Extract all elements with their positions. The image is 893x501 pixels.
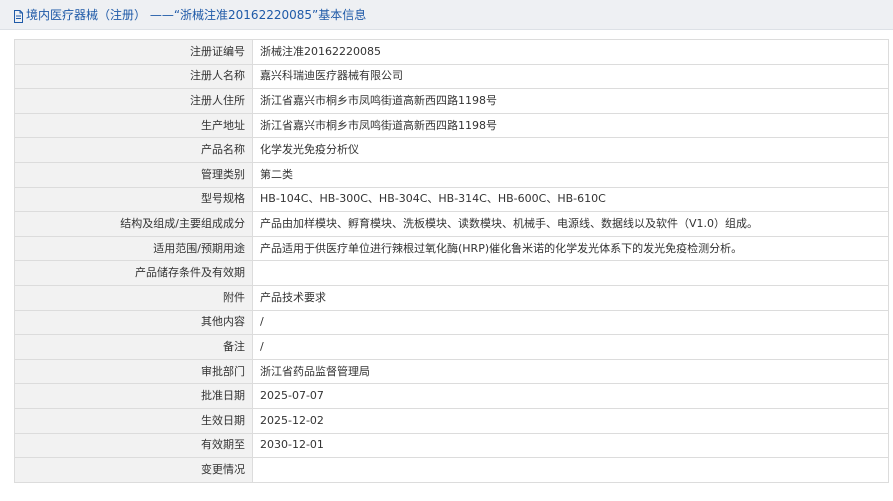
field-label: 适用范围/预期用途: [14, 235, 253, 262]
table-row: 管理类别 第二类: [14, 161, 889, 188]
field-value: 浙江省嘉兴市桐乡市凤鸣街道高新西四路1198号: [252, 88, 889, 114]
field-label: 型号规格: [14, 186, 253, 213]
table-row: 有效期至 2030-12-01: [14, 432, 889, 459]
field-label: 附件: [14, 284, 253, 311]
field-label: 批准日期: [14, 383, 253, 409]
field-value: 第二类: [252, 161, 889, 188]
field-value: 浙械注准20162220085: [252, 39, 889, 65]
field-value: 产品由加样模块、孵育模块、洗板模块、读数模块、机械手、电源线、数据线以及软件（V…: [252, 211, 889, 237]
page-header: 境内医疗器械（注册） ——“浙械注准20162220085”基本信息: [0, 0, 893, 30]
field-value: HB-104C、HB-300C、HB-304C、HB-314C、HB-600C、…: [252, 186, 889, 213]
field-label: 其他内容: [14, 309, 253, 336]
table-row: 审批部门 浙江省药品监督管理局: [14, 358, 889, 385]
table-row: 产品储存条件及有效期: [14, 260, 889, 286]
table-row: 生效日期 2025-12-02: [14, 407, 889, 434]
field-value: [252, 260, 889, 286]
field-value: 化学发光免疫分析仪: [252, 137, 889, 163]
table-row: 附件 产品技术要求: [14, 284, 889, 311]
field-label: 结构及组成/主要组成成分: [14, 211, 253, 237]
field-value: 2025-07-07: [252, 383, 889, 409]
field-value: 浙江省药品监督管理局: [252, 358, 889, 385]
field-label: 变更情况: [14, 457, 253, 483]
field-label: 生效日期: [14, 407, 253, 434]
field-label: 备注: [14, 334, 253, 360]
field-label: 注册人名称: [14, 63, 253, 90]
document-icon: [13, 8, 24, 23]
table-row: 备注 /: [14, 334, 889, 360]
field-label: 生产地址: [14, 112, 253, 139]
field-value: 2025-12-02: [252, 407, 889, 434]
table-row: 型号规格 HB-104C、HB-300C、HB-304C、HB-314C、HB-6…: [14, 186, 889, 213]
table-row: 结构及组成/主要组成成分 产品由加样模块、孵育模块、洗板模块、读数模块、机械手、电…: [14, 211, 889, 237]
field-label: 注册人住所: [14, 88, 253, 114]
table-row: 注册人名称 嘉兴科瑞迪医疗器械有限公司: [14, 63, 889, 90]
field-label: 产品名称: [14, 137, 253, 163]
page-title: 境内医疗器械（注册） ——“浙械注准20162220085”基本信息: [26, 8, 367, 22]
table-row: 产品名称 化学发光免疫分析仪: [14, 137, 889, 163]
field-value: [252, 457, 889, 483]
table-row: 注册证编号 浙械注准20162220085: [14, 39, 889, 65]
table-row: 其他内容 /: [14, 309, 889, 336]
field-label: 管理类别: [14, 161, 253, 188]
info-table: 注册证编号 浙械注准20162220085 注册人名称 嘉兴科瑞迪医疗器械有限公司 注册…: [14, 39, 889, 483]
field-value: /: [252, 309, 889, 336]
table-row: 注册人住所 浙江省嘉兴市桐乡市凤鸣街道高新西四路1198号: [14, 88, 889, 114]
field-label: 产品储存条件及有效期: [14, 260, 253, 286]
field-value: 2030-12-01: [252, 432, 889, 459]
field-label: 有效期至: [14, 432, 253, 459]
field-value: /: [252, 334, 889, 360]
table-row: 批准日期 2025-07-07: [14, 383, 889, 409]
field-label: 注册证编号: [14, 39, 253, 65]
table-row: 变更情况: [14, 457, 889, 483]
field-value: 嘉兴科瑞迪医疗器械有限公司: [252, 63, 889, 90]
table-row: 生产地址 浙江省嘉兴市桐乡市凤鸣街道高新西四路1198号: [14, 112, 889, 139]
field-value: 产品适用于供医疗单位进行辣根过氧化酶(HRP)催化鲁米诺的化学发光体系下的发光免…: [252, 235, 889, 262]
field-label: 审批部门: [14, 358, 253, 385]
field-value: 产品技术要求: [252, 284, 889, 311]
info-table-body: 注册证编号 浙械注准20162220085 注册人名称 嘉兴科瑞迪医疗器械有限公司 注册…: [14, 39, 889, 483]
field-value: 浙江省嘉兴市桐乡市凤鸣街道高新西四路1198号: [252, 112, 889, 139]
table-row: 适用范围/预期用途 产品适用于供医疗单位进行辣根过氧化酶(HRP)催化鲁米诺的化学…: [14, 235, 889, 262]
